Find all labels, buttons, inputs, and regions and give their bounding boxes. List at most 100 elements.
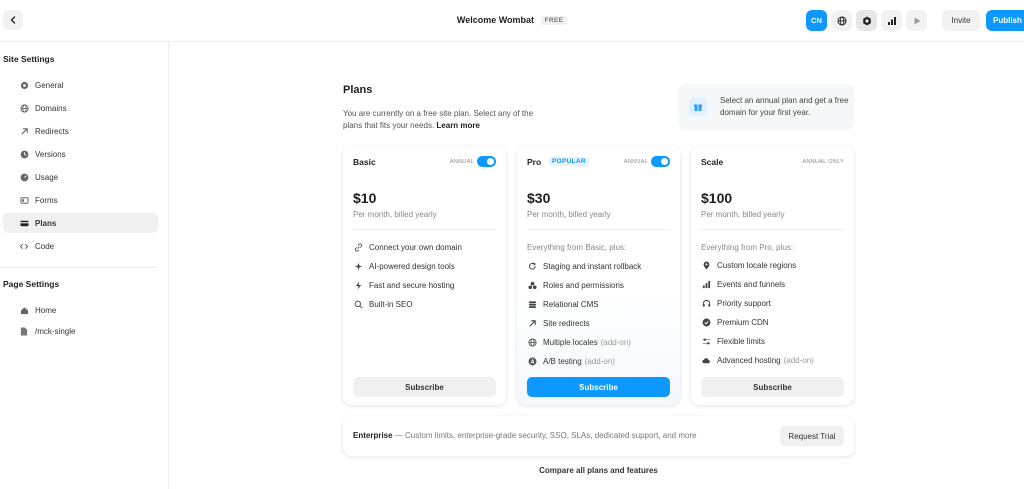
feature-text: Relational CMS [543, 299, 599, 309]
feature-item: Advanced hosting (add-on) [701, 355, 814, 365]
request-trial-button[interactable]: Request Trial [780, 426, 844, 446]
feature-item: Multiple locales (add-on) [527, 337, 631, 347]
plan-card-scale: Scale ANNUAL ONLY $100 Per month, billed… [691, 146, 854, 405]
users-icon [527, 280, 537, 290]
sidebar-item-usage[interactable]: Usage [3, 167, 158, 187]
analytics-button[interactable] [881, 10, 902, 31]
annual-promo-banner: Select an annual plan and get a free dom… [678, 84, 854, 130]
gear-icon [19, 80, 29, 90]
plan-billing: Per month, billed yearly [701, 210, 785, 219]
feature-item: AI-powered design tools [353, 261, 455, 271]
sidebar-item-plans[interactable]: Plans [3, 213, 158, 233]
feature-text: Roles and permissions [543, 280, 624, 290]
plan-price: $30 [527, 190, 551, 206]
sidebar-divider [0, 267, 157, 268]
sidebar-item-label: Usage [35, 172, 59, 182]
sidebar-item-domains[interactable]: Domains [3, 98, 158, 118]
feature-text: Built-in SEO [369, 299, 413, 309]
sidebar-item-versions[interactable]: Versions [3, 144, 158, 164]
bolt-icon [353, 280, 363, 290]
sidebar-item-general[interactable]: General [3, 75, 158, 95]
plan-billing: Per month, billed yearly [353, 210, 437, 219]
sidebar-item-mck-single[interactable]: /mck-single [3, 321, 158, 341]
sidebar-item-label: /mck-single [35, 326, 76, 336]
annual-toggle[interactable] [651, 156, 670, 167]
preview-button[interactable] [906, 10, 927, 31]
feature-text: Priority support [717, 298, 771, 308]
page-title: Plans [343, 84, 373, 96]
addon-label: (add-on) [584, 356, 615, 366]
feature-item: Relational CMS [527, 299, 599, 309]
sidebar-item-label: Forms [35, 195, 58, 205]
card-divider [527, 229, 670, 230]
subscribe-button-scale[interactable]: Subscribe [701, 377, 844, 397]
addon-label: (add-on) [600, 337, 631, 347]
feature-text: Events and funnels [717, 279, 786, 289]
plan-price: $10 [353, 190, 377, 206]
sidebar-item-forms[interactable]: Forms [3, 190, 158, 210]
addon-label: (add-on) [783, 355, 814, 365]
feature-item: Priority support [701, 298, 771, 308]
feature-item: Custom locale regions [701, 260, 796, 270]
invite-button[interactable]: Invite [942, 10, 980, 31]
page-settings-heading: Page Settings [3, 279, 60, 289]
clock-icon [19, 149, 29, 159]
promo-text: Select an annual plan and get a free dom… [720, 96, 849, 117]
publish-button[interactable]: Publish [986, 10, 1024, 31]
gift-icon [689, 98, 707, 116]
arrow-up-right-icon [19, 126, 29, 136]
sliders-icon [701, 336, 711, 346]
sidebar-item-home[interactable]: Home [3, 300, 158, 320]
globe-button[interactable] [831, 10, 852, 31]
locale-button[interactable]: CN [806, 10, 827, 31]
feature-item: Events and funnels [701, 279, 785, 289]
site-title: Welcome Wombat [456, 15, 535, 25]
cloud-icon [701, 355, 711, 365]
feature-text: Connect your own domain [369, 242, 462, 252]
enterprise-text: Enterprise — Custom limits, enterprise-g… [353, 431, 697, 440]
feature-text: Custom locale regions [717, 260, 797, 270]
globe-icon [527, 337, 537, 347]
annual-only-label: ANNUAL ONLY [802, 159, 844, 165]
plan-name: Basic [353, 157, 376, 167]
subscribe-button-pro[interactable]: Subscribe [527, 377, 670, 397]
plan-badge: FREE [540, 16, 568, 25]
plan-billing: Per month, billed yearly [527, 210, 611, 219]
feature-text: Flexible limits [717, 336, 766, 346]
plan-name: Pro [527, 157, 542, 167]
sparkle-icon [353, 261, 363, 271]
enterprise-banner: Enterprise — Custom limits, enterprise-g… [343, 416, 854, 456]
plan-card-basic: Basic ANNUAL $10 Per month, billed yearl… [343, 146, 506, 405]
plans-description: You are currently on a free site plan. S… [343, 108, 543, 132]
annual-toggle[interactable] [477, 156, 496, 167]
enterprise-name: Enterprise [353, 431, 393, 440]
feature-item: Roles and permissions [527, 280, 624, 290]
feature-text: Staging and instant rollback [543, 261, 642, 271]
globe-icon [19, 103, 29, 113]
enterprise-description: — Custom limits, enterprise-grade securi… [392, 431, 697, 440]
sidebar-item-redirects[interactable]: Redirects [3, 121, 158, 141]
subscribe-button-basic[interactable]: Subscribe [353, 377, 496, 397]
gauge-icon [19, 172, 29, 182]
feature-text: Site redirects [543, 318, 590, 328]
headset-icon [701, 298, 711, 308]
compare-plans-link[interactable]: Compare all plans and features [343, 466, 854, 475]
refresh-icon [527, 261, 537, 271]
learn-more-link[interactable]: Learn more [436, 121, 480, 130]
toolbar-icons: CN [806, 10, 927, 31]
sidebar-item-code[interactable]: Code [3, 236, 158, 256]
feature-text: AI-powered design tools [369, 261, 455, 271]
sidebar-item-label: Versions [35, 149, 66, 159]
card-divider [701, 229, 844, 230]
feature-item: Site redirects [527, 318, 590, 328]
plan-card-pro: Pro POPULAR ANNUAL $30 Per month, billed… [517, 146, 680, 405]
feature-text: Fast and secure hosting [369, 280, 455, 290]
popular-badge: POPULAR [549, 157, 589, 166]
card-divider [353, 229, 496, 230]
sidebar-item-label: Home [35, 305, 57, 315]
feature-text: Premium CDN [717, 317, 769, 327]
sidebar-item-label: General [35, 80, 64, 90]
database-icon [527, 299, 537, 309]
sidebar: Site Settings General Domains Redirects … [0, 42, 169, 489]
settings-button[interactable] [856, 10, 877, 31]
